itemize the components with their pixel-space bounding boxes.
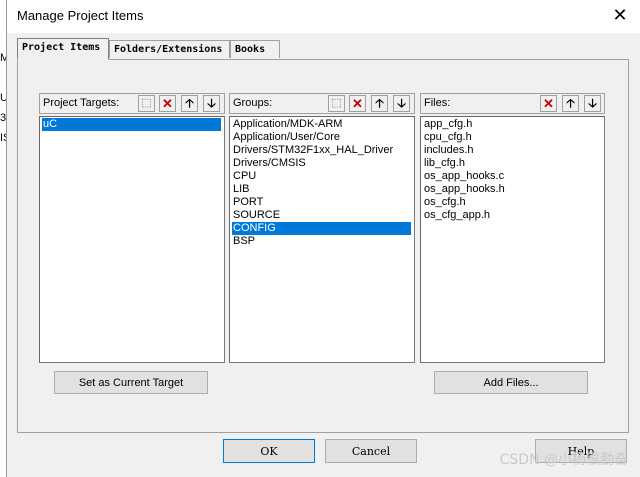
files-label: Files: <box>424 97 451 109</box>
group-item[interactable]: LIB <box>232 183 250 196</box>
move-down-icon: 🡣 <box>207 96 216 110</box>
group-item[interactable]: Application/User/Core <box>232 131 340 144</box>
window-title: Manage Project Items <box>17 8 144 23</box>
new-group-button[interactable]: ⬚ <box>328 95 345 112</box>
groups-label: Groups: <box>233 97 273 109</box>
manage-project-items-dialog: Manage Project Items ✕ Project Items Fol… <box>6 0 640 477</box>
new-item-icon: ⬚ <box>141 97 152 109</box>
project-items-panel: Project Targets: ⬚ ✕ 🡡 🡣 uC Groups: ⬚ ✕ … <box>17 59 629 433</box>
group-item-selected[interactable]: CONFIG <box>232 222 411 235</box>
file-item[interactable]: cpu_cfg.h <box>423 131 472 144</box>
delete-icon: ✕ <box>543 96 554 111</box>
file-item[interactable]: app_cfg.h <box>423 118 472 131</box>
move-up-icon: 🡡 <box>375 96 384 110</box>
group-item[interactable]: BSP <box>232 235 255 248</box>
delete-icon: ✕ <box>162 96 173 111</box>
new-item-icon: ⬚ <box>331 97 342 109</box>
tab-books[interactable]: Books <box>230 40 280 58</box>
file-item[interactable]: os_app_hooks.h <box>423 183 505 196</box>
set-current-target-button[interactable]: Set as Current Target <box>54 371 208 394</box>
move-up-icon: 🡡 <box>185 96 194 110</box>
group-item[interactable]: Application/MDK-ARM <box>232 118 342 131</box>
target-item[interactable]: uC <box>42 118 221 131</box>
move-target-up-button[interactable]: 🡡 <box>181 95 198 112</box>
project-targets-label: Project Targets: <box>43 97 120 109</box>
move-group-up-button[interactable]: 🡡 <box>371 95 388 112</box>
group-item[interactable]: Drivers/CMSIS <box>232 157 306 170</box>
move-target-down-button[interactable]: 🡣 <box>203 95 220 112</box>
project-targets-list[interactable]: uC <box>39 116 225 363</box>
file-item[interactable]: os_cfg_app.h <box>423 209 490 222</box>
file-item[interactable]: lib_cfg.h <box>423 157 465 170</box>
move-file-up-button[interactable]: 🡡 <box>562 95 579 112</box>
group-item[interactable]: PORT <box>232 196 263 209</box>
screen: M U 32 IS Manage Project Items ✕ Project… <box>0 0 640 477</box>
help-button[interactable]: Help <box>535 439 627 463</box>
move-down-icon: 🡣 <box>588 96 597 110</box>
project-targets-header: Project Targets: ⬚ ✕ 🡡 🡣 <box>39 93 225 114</box>
tab-project-items[interactable]: Project Items <box>17 38 109 60</box>
delete-file-button[interactable]: ✕ <box>540 95 557 112</box>
move-file-down-button[interactable]: 🡣 <box>584 95 601 112</box>
add-files-button[interactable]: Add Files... <box>434 371 588 394</box>
file-item[interactable]: os_cfg.h <box>423 196 466 209</box>
delete-target-button[interactable]: ✕ <box>159 95 176 112</box>
ok-button[interactable]: OK <box>223 439 315 463</box>
move-up-icon: 🡡 <box>566 96 575 110</box>
delete-icon: ✕ <box>352 96 363 111</box>
groups-list[interactable]: Application/MDK-ARM Application/User/Cor… <box>229 116 415 363</box>
close-button[interactable]: ✕ <box>609 5 631 25</box>
cancel-button[interactable]: Cancel <box>325 439 417 463</box>
move-group-down-button[interactable]: 🡣 <box>393 95 410 112</box>
files-header: Files: ✕ 🡡 🡣 <box>420 93 605 114</box>
group-item[interactable]: Drivers/STM32F1xx_HAL_Driver <box>232 144 393 157</box>
group-item[interactable]: CPU <box>232 170 256 183</box>
file-item[interactable]: os_app_hooks.c <box>423 170 504 183</box>
tab-folders-extensions[interactable]: Folders/Extensions <box>109 40 230 58</box>
dialog-client-area: Project Items Folders/Extensions Books P… <box>7 33 640 477</box>
title-bar: Manage Project Items ✕ <box>7 0 640 33</box>
close-icon: ✕ <box>612 5 628 25</box>
new-target-button[interactable]: ⬚ <box>138 95 155 112</box>
file-item[interactable]: includes.h <box>423 144 474 157</box>
group-item[interactable]: SOURCE <box>232 209 280 222</box>
delete-group-button[interactable]: ✕ <box>349 95 366 112</box>
files-list[interactable]: app_cfg.h cpu_cfg.h includes.h lib_cfg.h… <box>420 116 605 363</box>
move-down-icon: 🡣 <box>397 96 406 110</box>
groups-header: Groups: ⬚ ✕ 🡡 🡣 <box>229 93 415 114</box>
